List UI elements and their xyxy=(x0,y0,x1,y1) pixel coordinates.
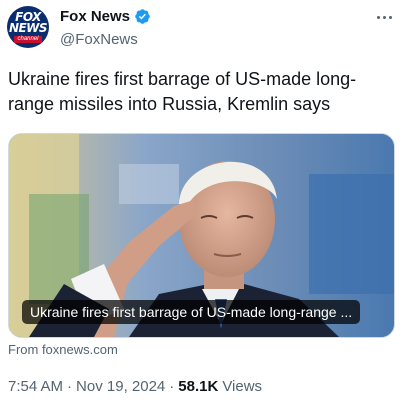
meta-separator: · xyxy=(67,378,73,395)
more-dot xyxy=(376,15,380,19)
views-label: Views xyxy=(222,378,263,395)
link-card-image[interactable]: Ukraine fires first barrage of US-made l… xyxy=(8,133,395,338)
tweet-text: Ukraine fires first barrage of US-made l… xyxy=(8,69,357,114)
more-dot xyxy=(388,15,392,19)
verified-badge-icon[interactable] xyxy=(134,8,151,25)
more-dot xyxy=(382,15,386,19)
tweet-time[interactable]: 7:54 AM xyxy=(8,378,63,395)
display-name[interactable]: Fox News xyxy=(60,8,130,25)
more-options-icon[interactable] xyxy=(374,10,394,24)
tweet-card[interactable]: FOX NEWS channel Fox News @FoxNews Ukrai… xyxy=(0,0,406,403)
avatar[interactable]: FOX NEWS channel xyxy=(7,6,49,48)
tweet-date[interactable]: Nov 19, 2024 xyxy=(76,378,165,395)
views-count[interactable]: 58.1K xyxy=(178,378,218,395)
avatar-logo-strip: channel xyxy=(14,35,42,43)
meta-separator: · xyxy=(169,378,175,395)
avatar-logo-line2: NEWS xyxy=(8,20,48,35)
link-card-title[interactable]: Ukraine fires first barrage of US-made l… xyxy=(22,300,361,324)
author-name-row: Fox News xyxy=(60,8,151,25)
tweet-meta: 7:54 AM · Nov 19, 2024 · 58.1K Views xyxy=(8,378,262,395)
link-source[interactable]: From foxnews.com xyxy=(8,342,118,357)
author-handle[interactable]: @FoxNews xyxy=(60,31,138,48)
